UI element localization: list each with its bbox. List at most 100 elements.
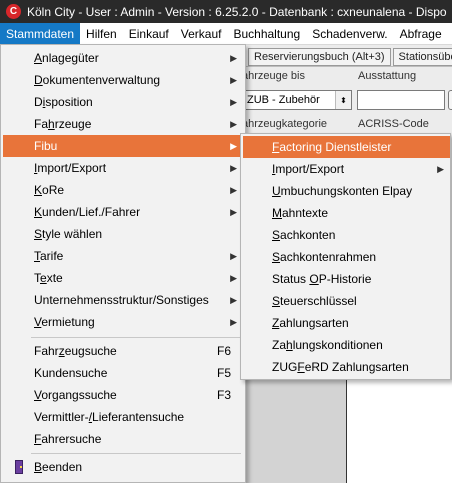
ausstattung-button[interactable] [448,90,452,110]
menu-separator [31,453,241,454]
menu-item-label: KoRe [34,183,65,197]
ausstattung-input[interactable] [357,90,445,110]
grid-cell [347,446,452,468]
submenu-item-status-op-historie[interactable]: Status OP-Historie [243,268,450,290]
chevron-right-icon: ▶ [230,118,237,129]
chevron-right-icon: ▶ [230,206,237,217]
menu-hilfen[interactable]: Hilfen [80,23,123,44]
submenu-item-zahlungsarten[interactable]: Zahlungsarten [243,312,450,334]
submenu-item-sachkontenrahmen[interactable]: Sachkontenrahmen [243,246,450,268]
menu-item-label: Fahrzeugsuche [34,344,117,358]
chevron-right-icon: ▶ [437,163,444,174]
grid-cell [245,380,347,402]
menu-item-label: Beenden [34,460,83,474]
menu-item-style-waehlen[interactable]: Style wählen [3,223,243,245]
menu-bar: Stammdaten Hilfen Einkauf Verkauf Buchha… [0,23,452,45]
grid-cell [347,424,452,446]
chevron-right-icon: ▶ [230,294,237,305]
fahrzeugart-select-value: ZUB - Zubehör [247,94,320,106]
menu-item-import-export[interactable]: Import/Export ▶ [3,157,243,179]
menu-item-vermietung[interactable]: Vermietung ▶ [3,311,243,333]
tab-stationsuebersicht[interactable]: Stationsübers [392,48,452,66]
menu-separator [31,337,241,338]
chevron-right-icon: ▶ [230,272,237,283]
shortcut-label: F6 [216,344,231,358]
acriss-code-label: ACRISS-Code [358,118,429,130]
menu-einkauf[interactable]: Einkauf [123,23,175,44]
grid-row [245,468,452,483]
menu-item-unternehmensstruktur[interactable]: Unternehmensstruktur/Sonstiges ▶ [3,289,243,311]
divider [240,66,452,67]
menu-item-anlagegueter[interactable]: Anlagegüter ▶ [3,47,243,69]
menu-item-label: ZUGFeRD Zahlungsarten [272,360,409,374]
grid-cell [245,402,347,424]
background-tabs: Reservierungsbuch (Alt+3) Stationsübers [248,48,452,66]
menu-item-label: Disposition [34,95,93,109]
menu-item-dokumentenverwaltung[interactable]: Dokumentenverwaltung ▶ [3,69,243,91]
fahrzeugart-select[interactable]: ZUB - Zubehör ⬍ [240,90,352,110]
grid-row [245,446,452,468]
menu-item-fibu[interactable]: Fibu ▶ [3,135,243,157]
menu-item-label: Steuerschlüssel [272,294,357,308]
grid-cell [347,402,452,424]
menu-item-vorgangssuche[interactable]: Vorgangssuche F3 [3,384,243,406]
menu-item-kore[interactable]: KoRe ▶ [3,179,243,201]
menu-item-label: Sachkonten [272,228,336,242]
submenu-item-zugferd-zahlungsarten[interactable]: ZUGFeRD Zahlungsarten [243,356,450,378]
menu-item-tarife[interactable]: Tarife ▶ [3,245,243,267]
menu-item-label: Status OP-Historie [272,272,372,286]
submenu-item-import-export[interactable]: Import/Export ▶ [243,158,450,180]
tab-reservierungsbuch[interactable]: Reservierungsbuch (Alt+3) [248,48,391,66]
grid-row [245,402,452,424]
menu-item-label: Zahlungskonditionen [272,338,383,352]
menu-item-label: Vorgangssuche [34,388,117,402]
menu-verkauf[interactable]: Verkauf [175,23,228,44]
grid-row [245,380,452,402]
menu-item-label: Dokumentenverwaltung [34,73,161,87]
menu-item-label: Fibu [34,139,58,153]
menu-item-fahrzeugsuche[interactable]: Fahrzeugsuche F6 [3,340,243,362]
submenu-item-factoring-dienstleister[interactable]: Factoring Dienstleister [243,136,450,158]
menu-buchhaltung[interactable]: Buchhaltung [227,23,306,44]
chevron-right-icon: ▶ [230,250,237,261]
fahrzeuge-bis-label: ahrzeuge bis [242,70,305,82]
menu-item-label: Import/Export [34,161,107,175]
chevron-right-icon: ▶ [230,316,237,327]
menu-item-label: Fahrersuche [34,432,102,446]
menu-abfrage[interactable]: Abfrage [394,23,448,44]
window-title: Köln City - User : Admin - Version : 6.2… [27,4,447,19]
grid-cell [245,424,347,446]
menu-item-label: Vermietung [34,315,95,329]
menu-item-disposition[interactable]: Disposition ▶ [3,91,243,113]
menu-item-vermittler-lieferantensuche[interactable]: Vermittler-/Lieferantensuche [3,406,243,428]
menu-item-label: Vermittler-/Lieferantensuche [34,410,185,424]
title-bar: C Köln City - User : Admin - Version : 6… [0,0,452,23]
menu-item-label: Umbuchungskonten Elpay [272,184,413,198]
submenu-item-mahntexte[interactable]: Mahntexte [243,202,450,224]
spin-arrows-icon[interactable]: ⬍ [335,91,351,109]
grid-cell [347,380,452,402]
ausstattung-label: Ausstattung [358,70,417,82]
grid-cell [347,468,452,483]
submenu-item-umbuchungskonten-elpay[interactable]: Umbuchungskonten Elpay [243,180,450,202]
menu-item-fahrzeuge[interactable]: Fahrzeuge ▶ [3,113,243,135]
chevron-right-icon: ▶ [230,184,237,195]
menu-item-label: Factoring Dienstleister [272,140,392,154]
menu-item-kundensuche[interactable]: Kundensuche F5 [3,362,243,384]
submenu-item-sachkonten[interactable]: Sachkonten [243,224,450,246]
menu-item-texte[interactable]: Texte ▶ [3,267,243,289]
menu-item-label: Import/Export [272,162,345,176]
menu-item-fahrersuche[interactable]: Fahrersuche [3,428,243,450]
menu-item-label: Zahlungsarten [272,316,349,330]
menu-item-kunden-lief-fahrer[interactable]: Kunden/Lief./Fahrer ▶ [3,201,243,223]
submenu-item-zahlungskonditionen[interactable]: Zahlungskonditionen [243,334,450,356]
app-logo-icon: C [6,4,21,19]
menu-stammdaten[interactable]: Stammdaten [0,23,81,44]
grid-cell [245,468,347,483]
submenu-item-steuerschluessel[interactable]: Steuerschlüssel [243,290,450,312]
menu-item-beenden[interactable]: Beenden [3,456,243,478]
menu-item-label: Fahrzeuge [34,117,92,131]
menu-schadenverw[interactable]: Schadenverw. [306,23,393,44]
menu-item-label: Tarife [34,249,64,263]
background-grid [245,380,452,483]
